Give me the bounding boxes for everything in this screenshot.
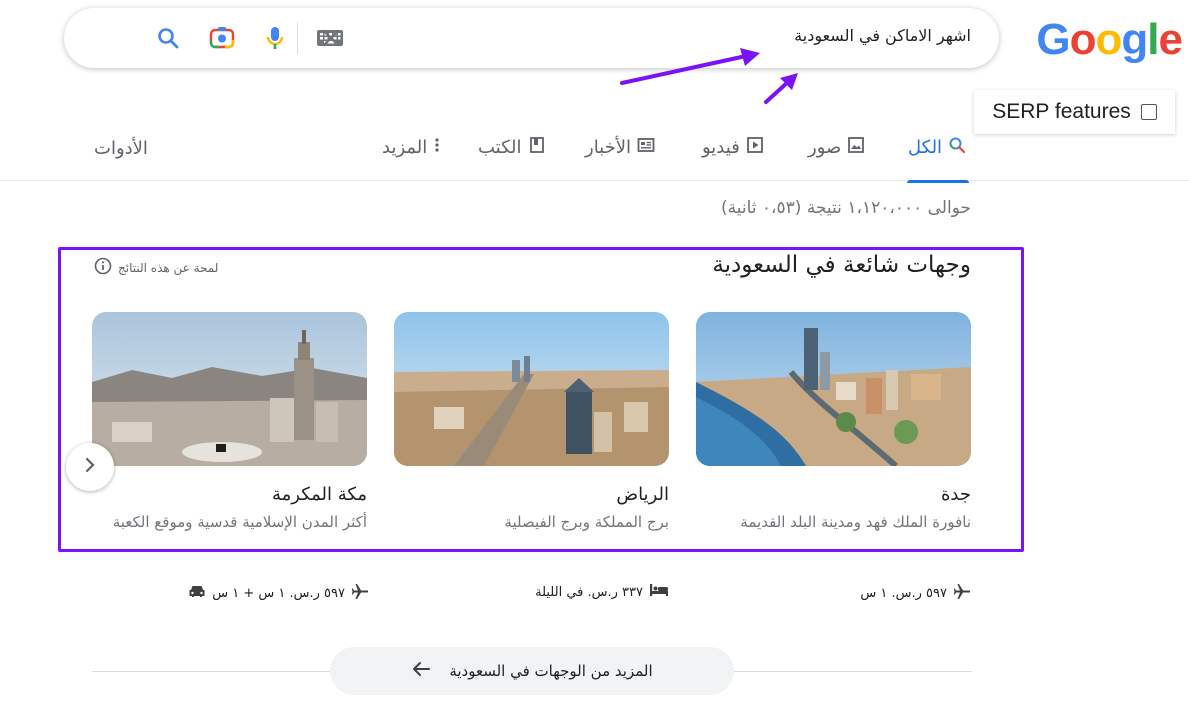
flight-icon [953,582,971,604]
search-icon[interactable] [154,24,182,52]
destination-image[interactable] [92,312,367,466]
logo-letter: l [1147,15,1159,64]
camera-icon[interactable] [208,24,236,52]
more-destinations-label: المزيد من الوجهات في السعودية [449,662,653,680]
hotel-icon [649,582,669,602]
tab-images[interactable]: صور [808,136,865,159]
search-box[interactable]: اشهر الاماكن في السعودية [64,8,999,68]
logo-letter: g [1121,15,1148,64]
news-icon [637,136,655,159]
carousel-next-button[interactable] [66,443,114,491]
destination-name: مكة المكرمة [271,484,367,505]
search-tabs: الكل صور فيديو الأخبار الكتب المزيد [0,136,1189,180]
about-results[interactable]: لمحة عن هذه النتائج [94,257,218,278]
travel-info-makkah: ٥٩٧ ر.س. ١ س + ١ س [188,582,369,604]
destination-card-jeddah[interactable]: جدة نافورة الملك فهد ومدينة البلد القديم… [696,312,971,531]
destination-name: جدة [940,484,971,505]
serp-features-widget[interactable]: SERP features [974,90,1175,134]
logo-letter: G [1036,15,1070,64]
destination-name: الرياض [616,484,669,505]
logo-letter: e [1158,15,1184,64]
travel-info-riyadh: ٣٣٧ ر.س. في الليلة [535,582,669,602]
tab-label: الكل [908,137,943,158]
search-icon [948,136,966,159]
more-destinations-button[interactable]: المزيد من الوجهات في السعودية [330,647,734,695]
destination-desc: أكثر المدن الإسلامية قدسية وموقع الكعبة [112,513,367,531]
destination-image[interactable] [394,312,669,466]
chevron-right-icon [82,457,98,477]
about-results-label: لمحة عن هذه النتائج [118,260,219,275]
tab-books[interactable]: الكتب [478,136,546,159]
image-icon [847,136,865,159]
tabs-divider [0,180,1189,181]
tools-button[interactable]: الأدوات [94,138,148,159]
tab-label: الكتب [478,137,522,158]
tab-label: الأخبار [585,137,632,158]
serp-features-label: SERP features [992,100,1131,123]
tab-label: فيديو [702,137,740,158]
play-icon [746,136,764,159]
destination-card-riyadh[interactable]: الرياض برج المملكة وبرج الفيصلية [394,312,669,531]
logo-letter: o [1069,15,1097,64]
active-tab-indicator [907,180,969,183]
result-stats: حوالى ١،١٢٠،٠٠٠ نتيجة (٠،٥٣ ثانية) [720,198,971,218]
destination-image[interactable] [696,312,971,466]
search-divider [297,22,298,54]
destination-desc: برج المملكة وبرج الفيصلية [504,513,669,531]
clear-icon[interactable] [317,24,345,52]
section-title: وجهات شائعة في السعودية [712,252,971,278]
mic-icon[interactable] [261,24,289,52]
tab-all[interactable]: الكل [908,136,966,159]
tab-news[interactable]: الأخبار [585,136,655,159]
destination-desc: نافورة الملك فهد ومدينة البلد القديمة [740,513,971,531]
annotation-arrows [620,48,798,104]
more-vert-icon [433,136,441,159]
search-input[interactable]: اشهر الاماكن في السعودية [794,26,971,45]
travel-info-text: ٣٣٧ ر.س. في الليلة [535,584,643,600]
info-icon [94,257,112,278]
tab-label: صور [808,137,842,158]
travel-info-text: ٥٩٧ ر.س. ١ س + ١ س [212,585,345,601]
arrow-left-icon [411,661,431,681]
travel-info-jeddah: ٥٩٧ ر.س. ١ س [860,582,971,604]
car-icon [188,584,206,602]
tab-label: المزيد [382,137,428,158]
tab-videos[interactable]: فيديو [702,136,764,159]
travel-info-text: ٥٩٧ ر.س. ١ س [860,585,947,601]
serp-features-checkbox[interactable] [1140,104,1157,120]
flight-icon [351,582,369,604]
google-logo[interactable]: Google [1036,14,1184,66]
logo-letter: o [1095,15,1123,64]
destination-card-makkah[interactable]: مكة المكرمة أكثر المدن الإسلامية قدسية و… [92,312,367,531]
tab-more[interactable]: المزيد [382,136,441,159]
book-icon [528,136,546,159]
